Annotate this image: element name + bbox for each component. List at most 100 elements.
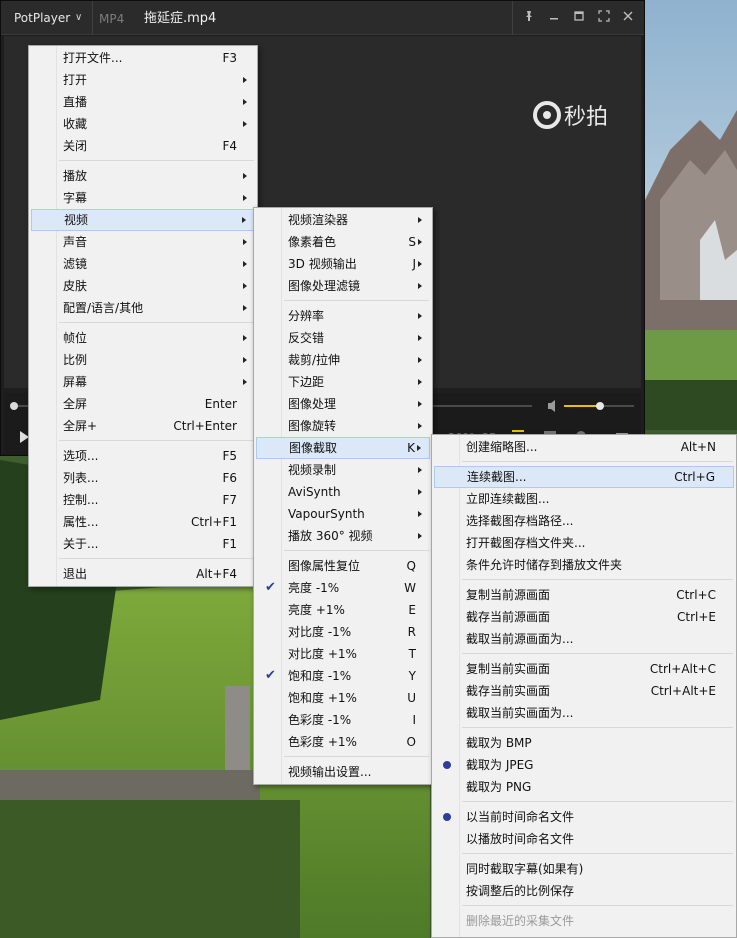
radio-dot-icon [443, 761, 451, 769]
main-menu-item[interactable]: 播放 [31, 165, 255, 187]
menu-item-label: 声音 [63, 235, 88, 249]
capture-menu-item[interactable]: 连续截图... Ctrl+G [434, 466, 734, 488]
main-menu-item[interactable]: 帧位 [31, 327, 255, 349]
capture-menu-item[interactable]: 截取当前源画面为... [434, 628, 734, 650]
fullscreen-icon[interactable] [596, 10, 612, 26]
video-menu-item[interactable]: 3D 视频输出 J [256, 253, 430, 275]
video-menu-item[interactable]: 对比度 +1% T [256, 643, 430, 665]
video-menu-item[interactable]: VapourSynth [256, 503, 430, 525]
video-menu-item[interactable]: 下边距 [256, 371, 430, 393]
video-menu-item[interactable]: 反交错 [256, 327, 430, 349]
main-menu-item[interactable]: 选项... F5 [31, 445, 255, 467]
video-menu-item[interactable]: 视频录制 [256, 459, 430, 481]
video-menu-item[interactable]: 视频渲染器 [256, 209, 430, 231]
video-menu-item[interactable]: 色彩度 +1% O [256, 731, 430, 753]
volume-icon[interactable] [548, 400, 555, 412]
video-menu-item[interactable]: ✔ 亮度 -1% W [256, 577, 430, 599]
minimize-icon[interactable] [546, 10, 562, 26]
main-menu-item[interactable]: 控制... F7 [31, 489, 255, 511]
main-menu-item[interactable]: 退出 Alt+F4 [31, 563, 255, 585]
capture-menu-item[interactable]: 选择截图存档路径... [434, 510, 734, 532]
capture-menu-item[interactable]: 以当前时间命名文件 [434, 806, 734, 828]
video-menu-item[interactable]: 图像属性复位 Q [256, 555, 430, 577]
video-menu-item[interactable]: 图像旋转 [256, 415, 430, 437]
main-menu-item[interactable]: 声音 [31, 231, 255, 253]
menu-item-shortcut: T [408, 647, 416, 661]
app-menu-button[interactable]: PotPlayer ∨ [1, 1, 93, 35]
video-menu-item[interactable]: 图像处理 [256, 393, 430, 415]
main-menu-item[interactable]: 字幕 [31, 187, 255, 209]
main-menu-item[interactable]: 关闭 F4 [31, 135, 255, 157]
capture-menu-item[interactable]: 截取当前实画面为... [434, 702, 734, 724]
capture-menu-item[interactable]: 立即连续截图... [434, 488, 734, 510]
main-menu-item[interactable]: 皮肤 [31, 275, 255, 297]
video-menu-item[interactable]: AviSynth [256, 481, 430, 503]
menu-item-shortcut: Alt+F4 [196, 567, 237, 581]
capture-menu-item[interactable]: 条件允许时储存到播放文件夹 [434, 554, 734, 576]
menu-item-label: 条件允许时储存到播放文件夹 [466, 558, 623, 572]
capture-menu-item[interactable]: 同时截取字幕(如果有) [434, 858, 734, 880]
menu-item-label: 选项... [63, 449, 99, 463]
submenu-arrow-icon [418, 335, 422, 341]
capture-menu-item[interactable]: 删除最近的采集文件 [434, 910, 734, 932]
menu-item-label: 视频渲染器 [288, 213, 349, 227]
menu-item-label: 截取当前源画面为... [466, 632, 574, 646]
menu-item-label: 截存当前源画面 [466, 610, 551, 624]
video-menu-item[interactable]: 对比度 -1% R [256, 621, 430, 643]
capture-menu-item[interactable]: 截存当前源画面 Ctrl+E [434, 606, 734, 628]
video-menu-item[interactable]: 亮度 +1% E [256, 599, 430, 621]
check-icon: ✔ [265, 668, 276, 683]
capture-menu-item[interactable]: 截存当前实画面 Ctrl+Alt+E [434, 680, 734, 702]
pin-icon[interactable] [521, 10, 537, 26]
main-menu-item[interactable]: 打开文件... F3 [31, 47, 255, 69]
capture-menu-item[interactable]: 按调整后的比例保存 [434, 880, 734, 902]
video-menu-item[interactable]: 图像处理滤镜 [256, 275, 430, 297]
capture-menu-item[interactable]: 以播放时间命名文件 [434, 828, 734, 850]
video-menu-item[interactable]: 图像截取 K [256, 437, 430, 459]
close-icon[interactable] [620, 10, 636, 26]
video-submenu: 视频渲染器像素着色 S 3D 视频输出 J 图像处理滤镜 分辨率 反交错 裁剪/拉伸 下边距图像… [253, 207, 433, 785]
main-menu-item[interactable]: 属性... Ctrl+F1 [31, 511, 255, 533]
capture-menu-item[interactable]: 打开截图存档文件夹... [434, 532, 734, 554]
main-menu-item[interactable]: 直播 [31, 91, 255, 113]
video-menu-item[interactable]: 饱和度 +1% U [256, 687, 430, 709]
capture-menu-item[interactable]: 创建缩略图... Alt+N [434, 436, 734, 458]
capture-menu-item[interactable]: 截取为 PNG [434, 776, 734, 798]
video-menu-item[interactable]: 视频输出设置... [256, 761, 430, 783]
video-menu-item[interactable]: 分辨率 [256, 305, 430, 327]
video-menu-item[interactable]: 裁剪/拉伸 [256, 349, 430, 371]
main-menu-item[interactable]: 配置/语言/其他 [31, 297, 255, 319]
main-menu-item[interactable]: 视频 [31, 209, 255, 231]
menu-item-label: 截存当前实画面 [466, 684, 551, 698]
capture-menu-item[interactable]: 截取为 BMP [434, 732, 734, 754]
main-menu-item[interactable]: 屏幕 [31, 371, 255, 393]
main-menu-item[interactable]: 全屏 Enter [31, 393, 255, 415]
app-name: PotPlayer [14, 11, 71, 25]
video-menu-item[interactable]: ✔ 饱和度 -1% Y [256, 665, 430, 687]
menu-item-label: 图像处理 [288, 397, 337, 411]
menu-item-shortcut: W [404, 581, 416, 595]
main-menu-item[interactable]: 全屏+ Ctrl+Enter [31, 415, 255, 437]
main-menu-item[interactable]: 收藏 [31, 113, 255, 135]
main-menu-item[interactable]: 滤镜 [31, 253, 255, 275]
main-menu-item[interactable]: 关于... F1 [31, 533, 255, 555]
menu-separator [284, 756, 429, 757]
capture-menu-item[interactable]: 复制当前源画面 Ctrl+C [434, 584, 734, 606]
submenu-arrow-icon [243, 261, 247, 267]
capture-menu-item[interactable]: 截取为 JPEG [434, 754, 734, 776]
menu-item-label: 选择截图存档路径... [466, 514, 574, 528]
menu-item-label: 属性... [63, 515, 99, 529]
menu-item-label: 打开文件... [63, 51, 123, 65]
video-menu-item[interactable]: 色彩度 -1% I [256, 709, 430, 731]
main-menu-item[interactable]: 比例 [31, 349, 255, 371]
submenu-arrow-icon [418, 379, 422, 385]
main-menu-item[interactable]: 列表... F6 [31, 467, 255, 489]
video-menu-item[interactable]: 像素着色 S [256, 231, 430, 253]
menu-item-shortcut: Ctrl+C [676, 588, 716, 602]
capture-menu-item[interactable]: 复制当前实画面 Ctrl+Alt+C [434, 658, 734, 680]
video-menu-item[interactable]: 播放 360° 视频 [256, 525, 430, 547]
maximize-icon[interactable] [571, 10, 587, 26]
main-menu-item[interactable]: 打开 [31, 69, 255, 91]
submenu-arrow-icon [418, 511, 422, 517]
submenu-arrow-icon [418, 533, 422, 539]
